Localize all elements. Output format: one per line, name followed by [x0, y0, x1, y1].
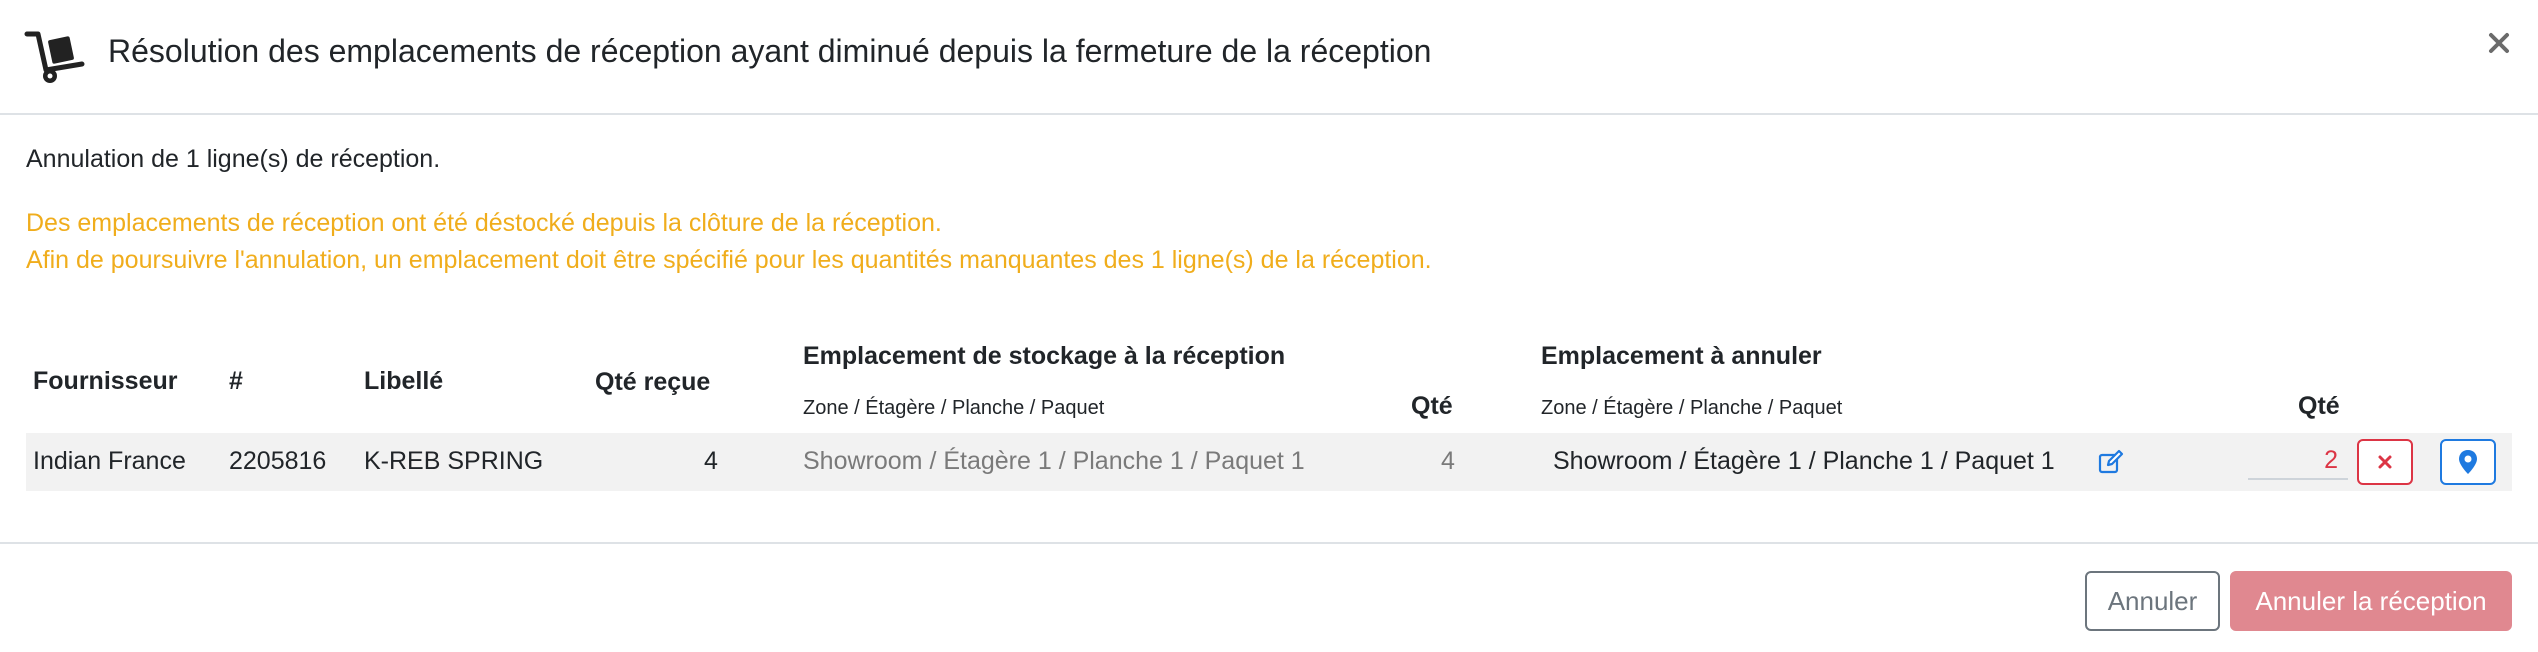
footer-divider [0, 542, 2538, 544]
remove-location-button[interactable] [2357, 439, 2413, 485]
confirm-cancel-reception-button[interactable]: Annuler la réception [2230, 571, 2512, 631]
info-text: Annulation de 1 ligne(s) de réception. [26, 145, 441, 173]
header-qte-reception: Qté [1411, 392, 1453, 420]
quantity-input[interactable] [2248, 442, 2348, 480]
subheader-emplacement-annuler: Zone / Étagère / Planche / Paquet [1541, 397, 1843, 419]
header-fournisseur: Fournisseur [33, 367, 178, 395]
cell-emplacement-annuler: Showroom / Étagère 1 / Planche 1 / Paque… [1553, 447, 2055, 475]
select-location-button[interactable] [2440, 439, 2496, 485]
cancel-button[interactable]: Annuler [2085, 571, 2220, 631]
header-qte-recue: Qté reçue [595, 368, 711, 396]
warning-line-2: Afin de poursuivre l'annulation, un empl… [26, 246, 1432, 274]
cell-numero: 2205816 [229, 447, 327, 475]
header-numero: # [229, 367, 243, 395]
modal-title: Résolution des emplacements de réception… [108, 33, 1432, 69]
close-icon[interactable] [2486, 30, 2512, 56]
cell-libelle: K-REB SPRING [364, 447, 544, 475]
map-marker-icon [2459, 450, 2477, 474]
modal-header: Résolution des emplacements de réception… [0, 0, 2538, 115]
header-qte-annuler: Qté [2298, 392, 2340, 420]
header-libelle: Libellé [364, 367, 444, 395]
cell-fournisseur: Indian France [33, 447, 186, 475]
edit-icon[interactable] [2098, 449, 2124, 475]
modal-dialog: Résolution des emplacements de réception… [0, 0, 2538, 652]
warning-line-1: Des emplacements de réception ont été dé… [26, 209, 942, 237]
header-emplacement-reception: Emplacement de stockage à la réception [803, 342, 1286, 370]
cell-qte-recue: 4 [704, 447, 718, 475]
subheader-emplacement-reception: Zone / Étagère / Planche / Paquet [803, 397, 1105, 419]
close-icon [2378, 455, 2392, 469]
cell-emplacement-reception: Showroom / Étagère 1 / Planche 1 / Paque… [803, 447, 1305, 475]
header-emplacement-annuler: Emplacement à annuler [1541, 342, 1822, 370]
dolly-cart-icon [24, 31, 85, 83]
cell-qte-reception: 4 [1441, 447, 1455, 475]
